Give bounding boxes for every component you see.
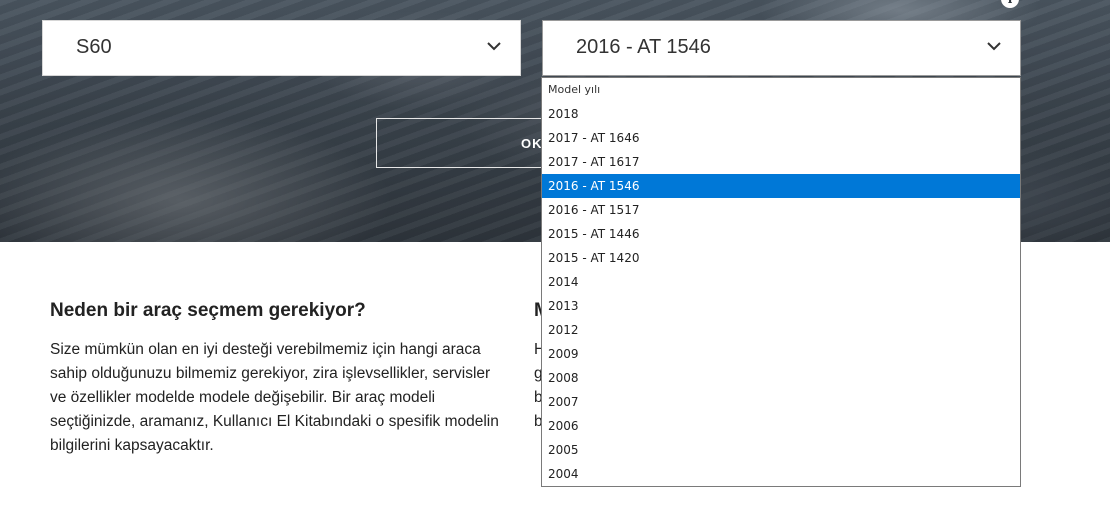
dropdown-option[interactable]: 2004 bbox=[542, 462, 1020, 486]
model-year-select-value: 2016 - AT 1546 bbox=[576, 36, 711, 58]
dropdown-option[interactable]: 2017 - AT 1646 bbox=[542, 126, 1020, 150]
info-section: Neden bir araç seçmem gerekiyor? Size mü… bbox=[50, 300, 510, 458]
dropdown-option[interactable]: 2017 - AT 1617 bbox=[542, 150, 1020, 174]
model-select-value: S60 bbox=[76, 36, 112, 58]
dropdown-option[interactable]: 2007 bbox=[542, 390, 1020, 414]
model-year-select[interactable]: 2016 - AT 1546 bbox=[542, 20, 1021, 76]
dropdown-option[interactable]: 2009 bbox=[542, 342, 1020, 366]
info-heading: Neden bir araç seçmem gerekiyor? bbox=[50, 300, 366, 321]
model-select[interactable]: S60 bbox=[42, 20, 521, 76]
dropdown-option[interactable]: 2006 bbox=[542, 414, 1020, 438]
dropdown-option[interactable]: 2016 - AT 1517 bbox=[542, 198, 1020, 222]
dropdown-option[interactable]: 2016 - AT 1546 bbox=[542, 174, 1020, 198]
model-year-dropdown[interactable]: Model yılı 2018 2017 - AT 1646 2017 - AT 1… bbox=[541, 77, 1021, 487]
info-text: Size mümkün olan en iyi desteği verebilm… bbox=[50, 341, 499, 454]
dropdown-option[interactable]: 2012 bbox=[542, 318, 1020, 342]
dropdown-option[interactable]: 2018 bbox=[542, 102, 1020, 126]
dropdown-header-option[interactable]: Model yılı bbox=[542, 78, 1020, 102]
chevron-down-icon bbox=[487, 42, 501, 51]
dropdown-option[interactable]: 2014 bbox=[542, 270, 1020, 294]
dropdown-option[interactable]: 2013 bbox=[542, 294, 1020, 318]
chevron-down-icon bbox=[987, 42, 1001, 51]
dropdown-option[interactable]: 2015 - AT 1420 bbox=[542, 246, 1020, 270]
dropdown-option[interactable]: 2005 bbox=[542, 438, 1020, 462]
dropdown-option[interactable]: 2015 - AT 1446 bbox=[542, 222, 1020, 246]
dropdown-option[interactable]: 2008 bbox=[542, 366, 1020, 390]
